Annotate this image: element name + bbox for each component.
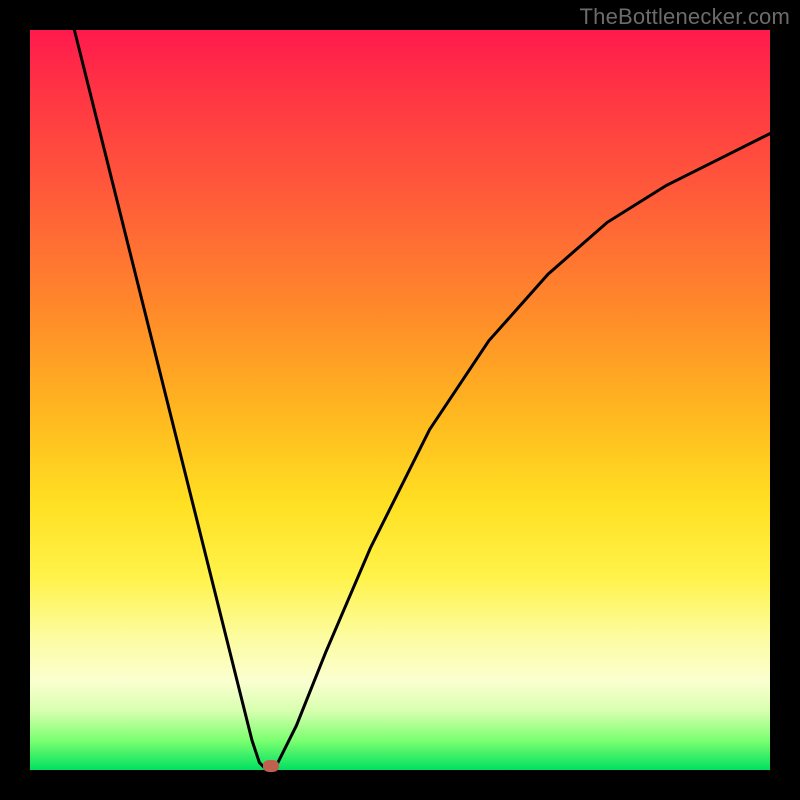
optimum-marker (263, 760, 279, 772)
bottleneck-curve (74, 30, 770, 770)
curve-layer (30, 30, 770, 770)
chart-frame: TheBottlenecker.com (0, 0, 800, 800)
attribution-label: TheBottlenecker.com (580, 4, 790, 30)
plot-area (30, 30, 770, 770)
